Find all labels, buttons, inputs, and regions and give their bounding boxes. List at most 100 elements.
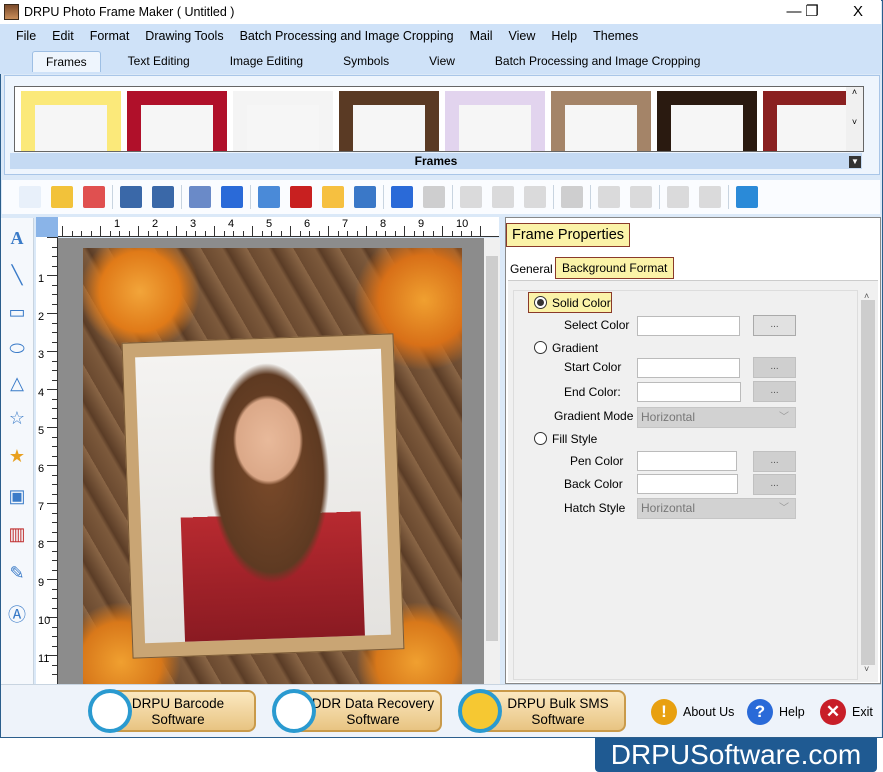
bulk-sms-button[interactable]: DRPU Bulk SMS Software: [458, 689, 626, 733]
open-icon[interactable]: [51, 186, 73, 208]
frame-thumbnail[interactable]: [127, 91, 227, 151]
properties-scroll-thumb[interactable]: [861, 300, 875, 665]
tab-general[interactable]: General: [510, 262, 553, 276]
frame-thumbnail[interactable]: [233, 91, 333, 151]
save-as-icon[interactable]: [152, 186, 174, 208]
gradient-mode-select[interactable]: Horizontal ﹀: [637, 407, 796, 428]
send-back-icon[interactable]: [630, 186, 652, 208]
photo-frame[interactable]: [121, 333, 405, 659]
start-color-field[interactable]: [637, 358, 740, 378]
tab-view[interactable]: View: [416, 51, 468, 71]
about-us-button[interactable]: ! About Us: [651, 692, 734, 732]
rectangle-tool-icon[interactable]: ▭: [7, 302, 27, 322]
end-color-field[interactable]: [637, 382, 741, 402]
solid-color-radio[interactable]: [534, 296, 547, 309]
menu-edit[interactable]: Edit: [52, 29, 74, 43]
data-recovery-button[interactable]: DDR Data Recovery Software: [272, 689, 442, 733]
barcode-software-button[interactable]: DRPU Barcode Software: [88, 689, 256, 733]
menu-file[interactable]: File: [16, 29, 36, 43]
frame-icon[interactable]: [221, 186, 243, 208]
help-button[interactable]: ? Help: [747, 692, 805, 732]
frame-thumbnail[interactable]: [551, 91, 651, 151]
redo-icon[interactable]: [423, 186, 445, 208]
close-button[interactable]: X: [836, 0, 880, 24]
menu-batch[interactable]: Batch Processing and Image Cropping: [240, 29, 454, 43]
frame-thumbnail[interactable]: [657, 91, 757, 151]
scroll-up-icon[interactable]: ˄: [864, 291, 869, 301]
page-setup-icon[interactable]: [189, 186, 211, 208]
tab-symbols[interactable]: Symbols: [330, 51, 402, 71]
back-color-field[interactable]: [637, 474, 738, 494]
tab-frames[interactable]: Frames: [32, 50, 101, 72]
chevron-down-icon: ﹀: [779, 503, 789, 514]
end-color-button[interactable]: ...: [753, 381, 796, 402]
export-pdf-icon[interactable]: [290, 186, 312, 208]
unlock-icon[interactable]: [699, 186, 721, 208]
tab-background-format[interactable]: Background Format: [555, 257, 675, 279]
library-tool-icon[interactable]: ▥: [7, 524, 27, 544]
canvas-scroll-thumb[interactable]: [486, 256, 498, 641]
triangle-tool-icon[interactable]: △: [7, 373, 27, 393]
gradient-radio[interactable]: [534, 341, 547, 354]
menu-drawing-tools[interactable]: Drawing Tools: [145, 29, 223, 43]
menu-help[interactable]: Help: [551, 29, 577, 43]
menu-bar: File Edit Format Drawing Tools Batch Pro…: [0, 24, 881, 48]
mail-icon[interactable]: [322, 186, 344, 208]
hatch-style-select[interactable]: Horizontal ﹀: [637, 498, 796, 519]
menu-mail[interactable]: Mail: [470, 29, 493, 43]
new-icon[interactable]: [19, 186, 41, 208]
fit-icon[interactable]: [736, 186, 758, 208]
scroll-down-icon[interactable]: ˅: [864, 664, 869, 674]
line-tool-icon[interactable]: ╲: [7, 265, 27, 285]
menu-view[interactable]: View: [509, 29, 536, 43]
tab-image-editing[interactable]: Image Editing: [217, 51, 316, 71]
signature-tool-icon[interactable]: ✎: [7, 563, 27, 583]
paste-icon[interactable]: [524, 186, 546, 208]
start-color-button[interactable]: ...: [753, 357, 796, 378]
gallery-scrollbar[interactable]: ˄ ˅: [846, 87, 863, 151]
ruler-tick: [47, 237, 57, 238]
ruler-tick: [52, 256, 57, 257]
back-color-button[interactable]: ...: [753, 474, 796, 495]
exit-button[interactable]: ✕ Exit: [820, 692, 873, 732]
menu-format[interactable]: Format: [90, 29, 130, 43]
select-color-button[interactable]: ...: [753, 315, 796, 336]
tab-text-editing[interactable]: Text Editing: [115, 51, 203, 71]
wordart-tool-icon[interactable]: Ⓐ: [7, 605, 27, 625]
ruler-tick: [318, 231, 320, 236]
ruler-label: 4: [38, 387, 45, 399]
fill-style-radio[interactable]: [534, 432, 547, 445]
copy-icon[interactable]: [492, 186, 514, 208]
export-image-icon[interactable]: [258, 186, 280, 208]
star-tool-icon[interactable]: ☆: [7, 408, 27, 428]
ruler-label: 2: [152, 218, 159, 230]
restore-button[interactable]: ❐: [790, 0, 834, 24]
gallery-expand-icon[interactable]: ▼: [849, 156, 861, 168]
ruler-tick: [52, 294, 57, 295]
ruler-tick: [52, 436, 57, 438]
frame-thumbnail[interactable]: [339, 91, 439, 151]
image-tool-icon[interactable]: ▣: [7, 486, 27, 506]
bring-front-icon[interactable]: [598, 186, 620, 208]
lock-icon[interactable]: [667, 186, 689, 208]
help-icon: ?: [747, 699, 773, 725]
save-icon[interactable]: [120, 186, 142, 208]
text-tool-icon[interactable]: A: [7, 228, 27, 248]
close-file-icon[interactable]: [83, 186, 105, 208]
print-icon[interactable]: [354, 186, 376, 208]
menu-themes[interactable]: Themes: [593, 29, 638, 43]
ellipse-tool-icon[interactable]: ⬭: [7, 338, 27, 358]
vertical-ruler: 1 2 3 4 5 6 7 8 9 10 11: [36, 237, 58, 685]
pen-color-button[interactable]: ...: [753, 451, 796, 472]
frame-thumbnail[interactable]: [21, 91, 121, 151]
symbol-tool-icon[interactable]: ★: [7, 446, 27, 466]
tab-batch[interactable]: Batch Processing and Image Cropping: [482, 51, 713, 71]
cut-icon[interactable]: [460, 186, 482, 208]
delete-icon[interactable]: [561, 186, 583, 208]
select-color-field[interactable]: [637, 316, 740, 336]
undo-icon[interactable]: [391, 186, 413, 208]
frame-thumbnail[interactable]: [445, 91, 545, 151]
ruler-label: 4: [228, 218, 235, 230]
ruler-tick: [356, 231, 358, 236]
pen-color-field[interactable]: [637, 451, 737, 471]
